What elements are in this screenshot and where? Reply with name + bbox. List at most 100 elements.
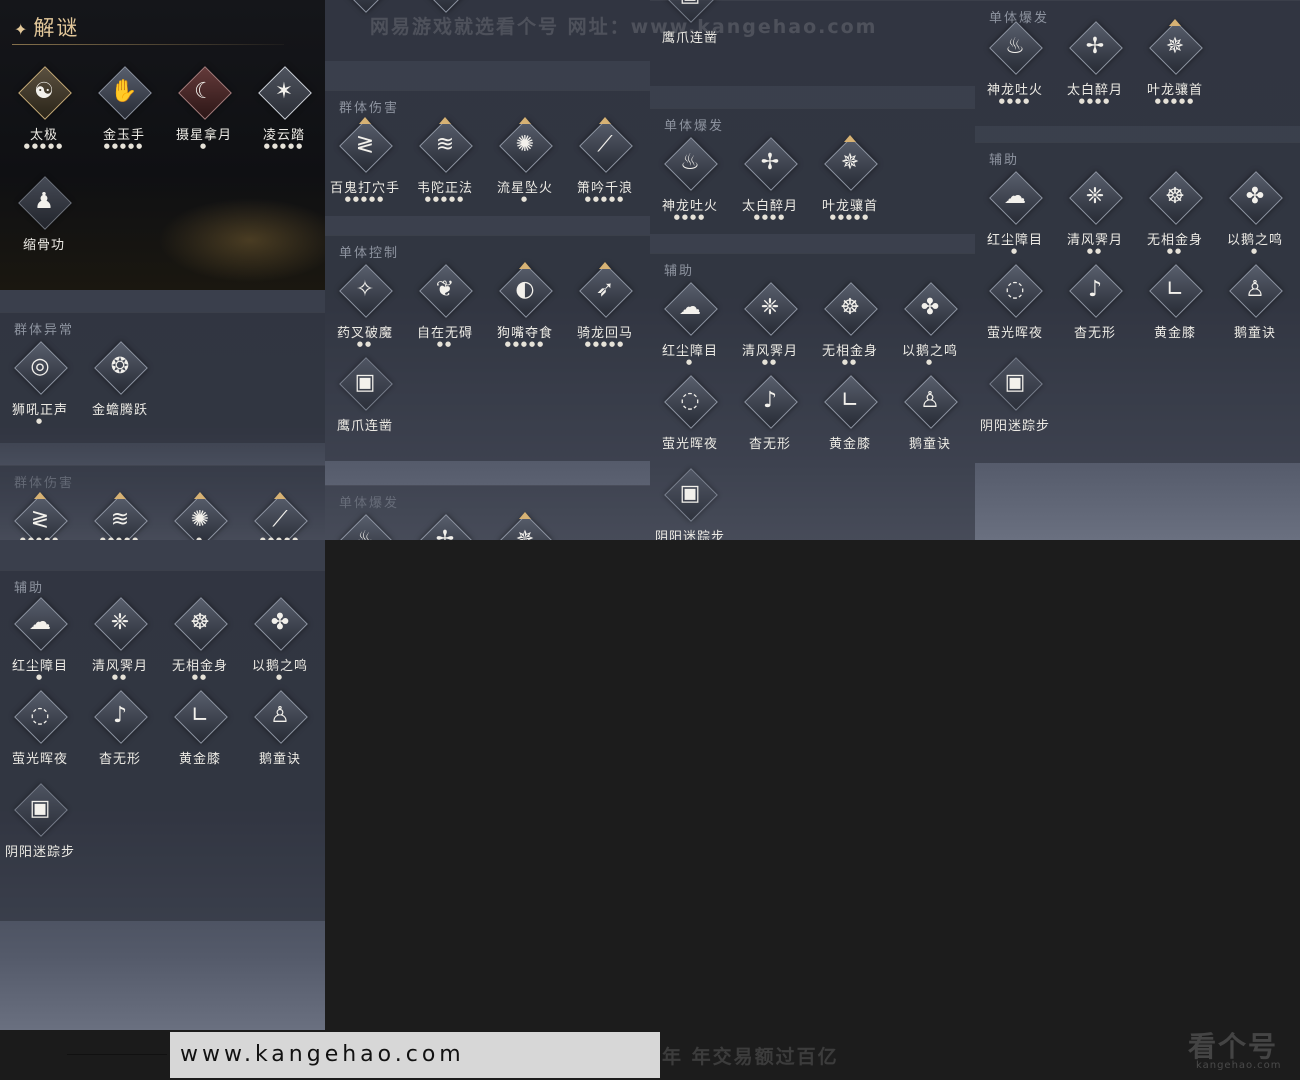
skill-icon: ✋ <box>110 79 138 104</box>
skill-puzzle-2[interactable]: ☾ 摄星拿月 ● <box>164 66 244 160</box>
skill-group_damage-2[interactable]: ✺ ● <box>160 492 240 540</box>
skill-level-dots: ● <box>35 417 45 425</box>
skill-icon: ✤ <box>920 295 940 320</box>
skill-support-2[interactable]: ☸ 无相金身 ●● <box>810 282 890 376</box>
skill-name: 金蟾腾跃 <box>91 403 148 418</box>
skill-group_damage-0[interactable]: ≷ 百鬼打穴手 ●●●●● <box>325 117 405 213</box>
skill-support-3[interactable]: ✤ 以鹅之鸣 ● <box>240 597 320 691</box>
skill-single_control-4[interactable]: ▣ 鹰爪连凿 <box>325 357 405 451</box>
skill-group_damage-3[interactable]: ⟋ ●●●●● <box>240 492 320 540</box>
skill-icon: ❦ <box>435 277 455 302</box>
skill-puzzle-4[interactable]: ♟ 缩骨功 <box>4 176 84 270</box>
skill-single_burst-0[interactable]: ♨ 神龙吐火 ●●●● <box>650 137 730 231</box>
skill-puzzle-1[interactable]: ✋ 金玉手 ●●●●● <box>84 66 164 160</box>
skill-single_burst-2[interactable]: ✵●●●●● <box>485 512 565 540</box>
skill-support-6[interactable]: ∟ 黄金膝 <box>160 690 240 784</box>
skill-support-8[interactable]: ▣ 阴阳迷踪步 <box>650 468 730 540</box>
skill-icon: ✢ <box>435 527 455 540</box>
skill-group_damage-0[interactable]: ≷ ●●●●● <box>0 492 80 540</box>
skill-support-5[interactable]: ♪ 杳无形 <box>730 375 810 469</box>
skill-icon: ◌ <box>680 388 700 413</box>
skill-support-4[interactable]: ◌ 萤光晖夜 <box>650 375 730 469</box>
skill-level-dots: ●●●●● <box>344 195 386 203</box>
skill-level-dots: ●●●●● <box>504 340 546 348</box>
skill-single_burst-2[interactable]: ✵ 叶龙骧首 ●●●●● <box>810 135 890 231</box>
skill-support-3[interactable]: ✤ 以鹅之鸣 ● <box>1215 171 1295 265</box>
skill-group_damage-3[interactable]: ⟋ 箫吟千浪 ●●●●● <box>565 117 645 213</box>
skill-support-1[interactable]: ❈ 清风霁月 ●● <box>1055 171 1135 265</box>
skill-level-dots: ● <box>35 673 45 681</box>
skill-icon: ✶ <box>274 79 294 104</box>
skill-level-dots: ●● <box>841 358 859 366</box>
skill-level-dots: ●●●●● <box>23 142 65 150</box>
skill-support-8[interactable]: ▣ 阴阳迷踪步 <box>975 357 1055 451</box>
skill-name: 叶龙骧首 <box>821 199 878 214</box>
skill-single_burst-2[interactable]: ✵ 叶龙骧首 ●●●●● <box>1135 19 1215 115</box>
skill-support-5[interactable]: ♪ 杳无形 <box>1055 264 1135 358</box>
skill-group_damage-1[interactable]: ≋ ●●●●● <box>80 492 160 540</box>
skill-single_burst-0[interactable]: ♨●●●● <box>325 514 405 540</box>
skill-single_control-1[interactable]: ❦ 自在无碍 ●● <box>405 264 485 358</box>
skill-icon: ≋ <box>435 132 455 157</box>
skill-support-7[interactable]: ♙ 鹅童诀 <box>890 375 970 469</box>
skill-icon: ♪ <box>762 388 778 413</box>
skill-level-dots: ●● <box>111 673 129 681</box>
skill-support-8[interactable]: ▣ 阴阳迷踪步 <box>0 783 80 877</box>
skill-puzzle-0[interactable]: ☯ 太极 ●●●●● <box>4 66 84 160</box>
skill-support-1[interactable]: ❈ 清风霁月 ●● <box>730 282 810 376</box>
skill-puzzle-3[interactable]: ✶ 凌云踏 ●●●●● <box>244 66 324 160</box>
skill-level-dots: ●● <box>191 673 209 681</box>
footer-url: www.kangehao.com <box>170 1032 660 1078</box>
rank-marker-icon <box>34 492 46 499</box>
skill-level-dots: ●●●● <box>998 97 1032 105</box>
skill-support-0[interactable]: ☁ 红尘障目 ● <box>0 597 80 691</box>
skill-support-7[interactable]: ♙ 鹅童诀 <box>240 690 320 784</box>
section-title: 辅助 <box>664 264 695 279</box>
skill-single_burst-0[interactable]: ♨ 神龙吐火 ●●●● <box>975 21 1055 115</box>
skill-support-4[interactable]: ◌ 萤光晖夜 <box>975 264 1055 358</box>
skill-support-5[interactable]: ♪ 杳无形 <box>80 690 160 784</box>
skill-icon: ☁ <box>1004 184 1026 209</box>
section-single-burst: 单体爆发 ♨ 神龙吐火 ●●●● ✢ 太白醉月 ●●●● ✵ 叶龙骧首 ●●●●● <box>650 108 975 234</box>
skill-icon: ≋ <box>110 507 130 532</box>
logo: 看个号 <box>1188 1030 1279 1063</box>
skill-group_damage-1[interactable]: ≋ 韦陀正法 ●●●●● <box>405 117 485 213</box>
skill-name: 以鹅之鸣 <box>1226 233 1283 248</box>
skill-icon: ♨ <box>1005 34 1025 59</box>
skill-group_abnormal-0[interactable]: ◎ 狮吼正声 ● <box>0 341 80 435</box>
star-icon: ✦ <box>14 20 30 39</box>
skill-single_control-3[interactable]: ➶ 骑龙回马 ●●●●● <box>565 262 645 358</box>
skill-single_burst-1[interactable]: ✢ 太白醉月 ●●●● <box>1055 21 1135 115</box>
skill-support-3[interactable]: ✤ 以鹅之鸣 ● <box>890 282 970 376</box>
skill-single_control-0[interactable]: ✧ 药叉破魔 ●● <box>325 264 405 358</box>
rank-marker-icon <box>599 262 611 269</box>
skill-support-6[interactable]: ∟ 黄金膝 <box>1135 264 1215 358</box>
skill-icon: ❂ <box>110 354 130 379</box>
skill-support-0[interactable]: ☁ 红尘障目 ● <box>975 171 1055 265</box>
skill-support-4[interactable]: ◌ 萤光晖夜 <box>0 690 80 784</box>
skill-single_control-2[interactable]: ◐ 狗嘴夺食 ●●●●● <box>485 262 565 358</box>
skill-group_abnormal-1[interactable]: ❂ 金蟾腾跃 <box>80 341 160 435</box>
section-single-burst: 单体爆发 ♨●●●●✢●●●●✵●●●●● <box>325 485 650 540</box>
watermark-top: 网易游戏就选看个号 网址：www.kangehao.com <box>370 16 878 38</box>
skill-single_burst-1[interactable]: ✢●●●● <box>405 514 485 540</box>
skill-name: 缩骨功 <box>22 238 65 253</box>
skill-support-6[interactable]: ∟ 黄金膝 <box>810 375 890 469</box>
skill-name: 叶龙骧首 <box>1146 83 1203 98</box>
section-title: 单体爆发 <box>664 119 725 134</box>
skill-diamond <box>339 0 393 13</box>
skill-support-0[interactable]: ☁ 红尘障目 ● <box>650 282 730 376</box>
skill-group_damage-2[interactable]: ✺ 流星坠火 ● <box>485 117 565 213</box>
skill-support-7[interactable]: ♙ 鹅童诀 <box>1215 264 1295 358</box>
section-title: 辅助 <box>989 153 1020 168</box>
skill-level-dots: ● <box>275 673 285 681</box>
skill-support-1[interactable]: ❈ 清风霁月 ●● <box>80 597 160 691</box>
section-group-damage: 群体伤害 ≷ ●●●●● ≋ ●●●●● ✺ ● ⟋ ●●●●● <box>0 465 325 540</box>
skill-icon: ☸ <box>1165 184 1185 209</box>
rank-marker-icon <box>1169 19 1181 26</box>
skill-support-2[interactable]: ☸ 无相金身 ●● <box>160 597 240 691</box>
skill-single_burst-1[interactable]: ✢ 太白醉月 ●●●● <box>730 137 810 231</box>
skill-support-2[interactable]: ☸ 无相金身 ●● <box>1135 171 1215 265</box>
skill-icon: ♙ <box>270 703 290 728</box>
skill-level-dots: ●● <box>436 340 454 348</box>
